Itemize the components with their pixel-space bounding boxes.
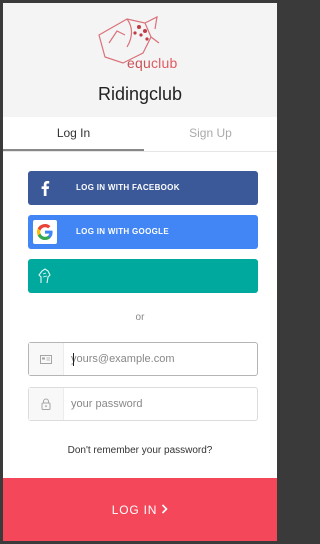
email-input[interactable] [71,343,251,375]
logo-wordmark: equclub [127,55,177,71]
login-submit-button[interactable]: LOG IN [3,478,277,541]
divider-or: or [135,312,145,323]
email-field [28,342,258,376]
equestrian-login-button[interactable] [28,259,258,293]
login-submit-label: LOG IN [111,502,158,517]
tab-log-in[interactable]: Log In [3,117,144,151]
widget-header: equclub Ridingclub [3,3,277,117]
google-login-button[interactable]: LOG IN WITH GOOGLE [28,215,258,249]
lock-icon [29,388,64,420]
facebook-login-button[interactable]: LOG IN WITH FACEBOOK [28,171,258,205]
page-title: Ridingclub [97,84,183,104]
google-login-label: LOG IN WITH GOOGLE [76,227,169,236]
envelope-icon [29,343,64,375]
text-cursor [73,353,74,366]
login-widget: equclub Ridingclub Log In Sign Up LOG IN… [3,3,277,541]
logo-text-prefix: equ [127,55,151,71]
facebook-icon [28,171,62,205]
logo-text-suffix: club [150,55,178,71]
tab-sign-up[interactable]: Sign Up [144,117,277,151]
horse-head-icon [28,259,62,293]
forgot-password-link[interactable]: Don't remember your password? [3,445,277,456]
google-icon [33,220,57,244]
facebook-login-label: LOG IN WITH FACEBOOK [76,183,180,192]
auth-tabs: Log In Sign Up [3,117,277,152]
google-icon-container [28,215,62,249]
password-input[interactable] [71,388,251,420]
password-field [28,387,258,421]
chevron-right-icon [161,503,168,517]
